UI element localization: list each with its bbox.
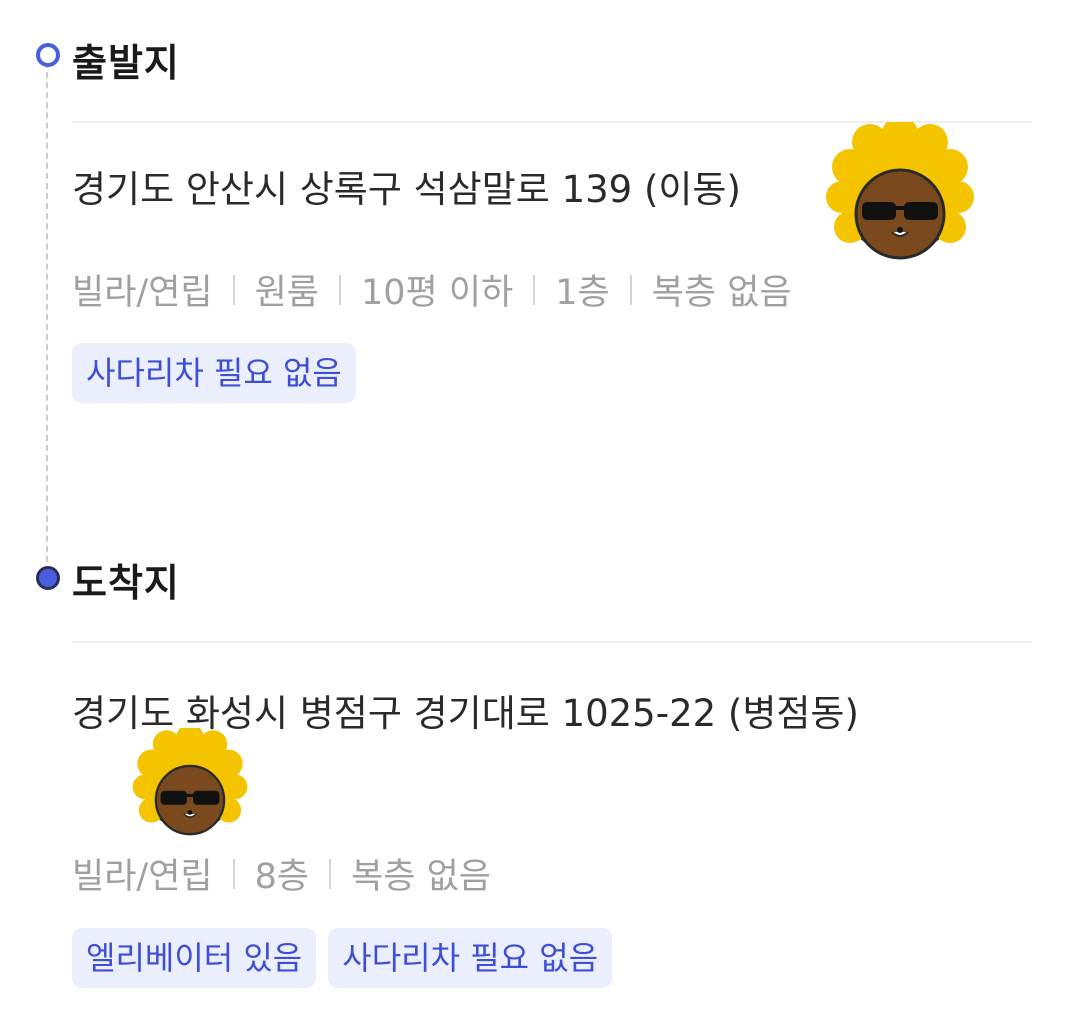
origin-title: 출발지 bbox=[72, 41, 180, 85]
separator bbox=[533, 274, 536, 305]
separator bbox=[232, 274, 235, 305]
destination-detail-type: 빌라/연립 bbox=[72, 857, 213, 897]
destination-details: 빌라/연립 8층 복층 없음 bbox=[72, 848, 491, 899]
separator bbox=[232, 858, 235, 889]
origin-detail-duplex: 복층 없음 bbox=[651, 273, 792, 313]
origin-address: 경기도 안산시 상록구 석삼말로 139 (이동) bbox=[72, 168, 741, 211]
separator bbox=[629, 274, 632, 305]
destination-detail-duplex: 복층 없음 bbox=[351, 857, 491, 897]
origin-detail-size: 10평 이하 bbox=[361, 273, 514, 313]
timeline-connector bbox=[46, 62, 48, 572]
destination-tags: 엘리베이터 있음 사다리차 필요 없음 bbox=[72, 928, 613, 988]
destination-detail-floor: 8층 bbox=[254, 857, 310, 897]
destination-tag-ladder: 사다리차 필요 없음 bbox=[328, 928, 613, 988]
separator bbox=[339, 274, 341, 305]
afro-sticker-icon bbox=[132, 728, 248, 836]
origin-tags: 사다리차 필요 없음 bbox=[72, 343, 356, 403]
destination-title: 도착지 bbox=[72, 561, 180, 605]
origin-detail-floor: 1층 bbox=[555, 273, 610, 313]
origin-tag-ladder: 사다리차 필요 없음 bbox=[72, 343, 356, 403]
afro-sticker-icon bbox=[826, 122, 974, 260]
origin-detail-type: 빌라/연립 bbox=[72, 273, 213, 313]
destination-marker-icon bbox=[36, 566, 60, 590]
destination-tag-elevator: 엘리베이터 있음 bbox=[72, 928, 317, 988]
origin-detail-room: 원룸 bbox=[254, 273, 319, 313]
origin-marker-icon bbox=[36, 43, 60, 67]
separator bbox=[329, 858, 332, 889]
destination-divider bbox=[72, 641, 1032, 643]
origin-details: 빌라/연립 원룸 10평 이하 1층 복층 없음 bbox=[72, 264, 792, 315]
